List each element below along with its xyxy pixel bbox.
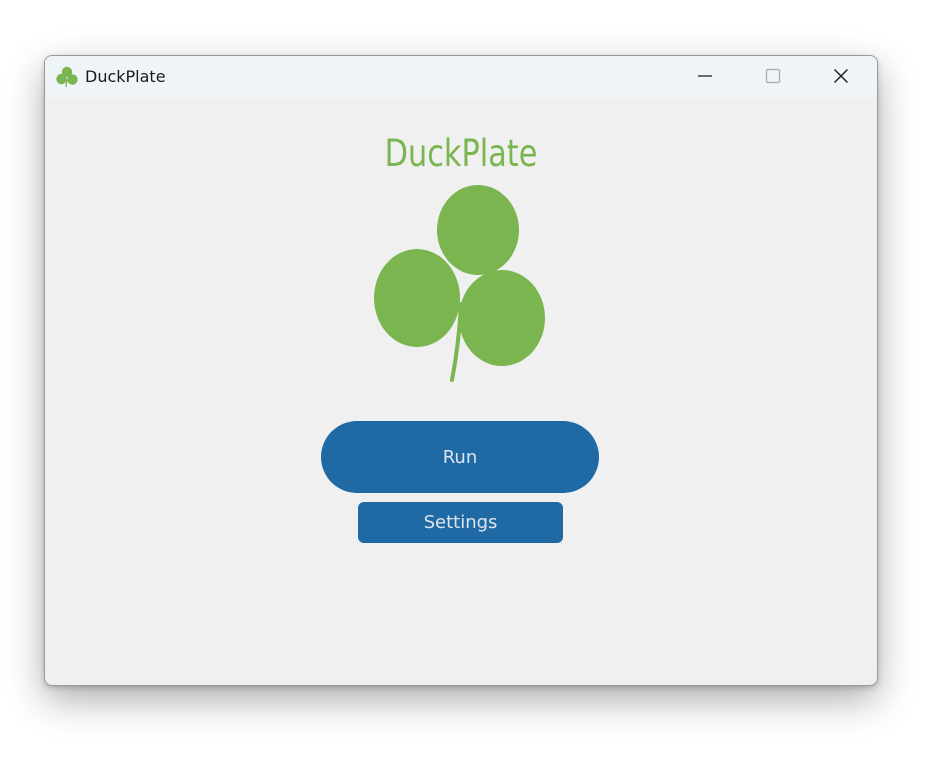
minimize-icon	[698, 75, 712, 77]
minimize-button[interactable]	[671, 56, 739, 96]
title-bar[interactable]: DuckPlate	[45, 56, 877, 98]
run-button[interactable]: Run	[321, 421, 599, 493]
close-icon	[834, 69, 848, 83]
app-window: DuckPlate DuckPlate Run Settings	[44, 55, 878, 686]
window-title: DuckPlate	[85, 67, 166, 86]
settings-button[interactable]: Settings	[358, 502, 563, 543]
maximize-icon	[765, 68, 781, 84]
maximize-button[interactable]	[739, 56, 807, 96]
clover-icon	[374, 185, 545, 382]
close-button[interactable]	[807, 56, 875, 96]
main-content: DuckPlate Run Settings	[45, 98, 877, 685]
clover-icon	[56, 66, 78, 88]
logo-title: DuckPlate	[384, 132, 538, 175]
